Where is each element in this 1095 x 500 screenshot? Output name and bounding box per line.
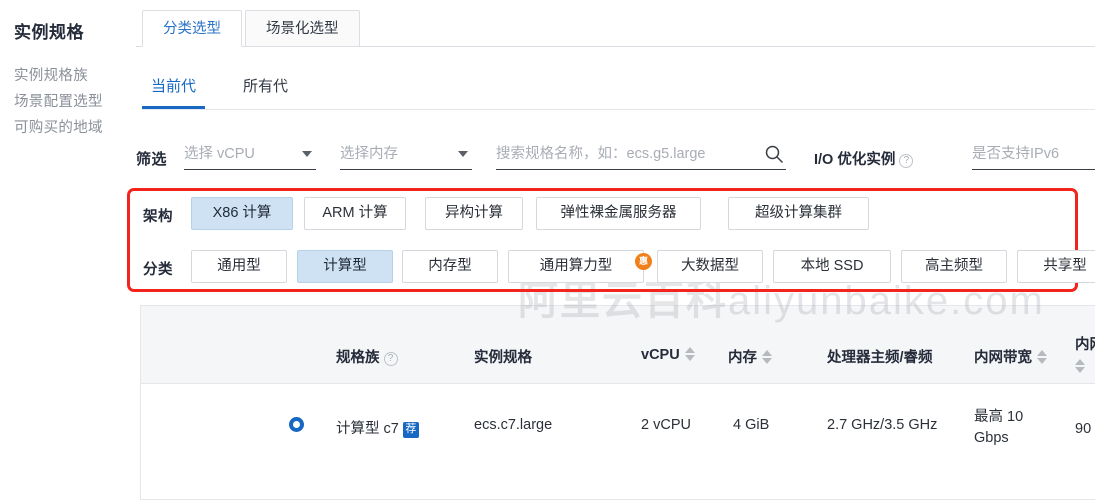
ipv6-select-placeholder: 是否支持IPv6 xyxy=(972,146,1060,162)
search-icon[interactable] xyxy=(764,144,784,164)
cell-spec-family: 计算型 c7 荐 xyxy=(336,417,419,438)
io-optimized-label[interactable]: I/O 优化实例? xyxy=(814,148,914,169)
chip-bigdata[interactable]: 大数据型 xyxy=(657,250,763,283)
architecture-label: 架构 xyxy=(143,209,173,225)
generation-tab-bar: 当前代 所有代 xyxy=(141,74,1095,110)
vcpu-select[interactable]: 选择 vCPU xyxy=(184,142,316,170)
cell-vcpu: 2 vCPU xyxy=(641,417,691,433)
column-header-bandwidth[interactable]: 内网带宽 xyxy=(974,346,1047,367)
tab-scenario-selection[interactable]: 场景化选型 xyxy=(245,10,360,47)
sort-icon[interactable] xyxy=(1075,358,1085,374)
table-row[interactable]: 计算型 c7 荐 ecs.c7.large 2 vCPU 4 GiB 2.7 GH… xyxy=(141,384,1095,498)
architecture-facet-row: 架构 X86 计算 ARM 计算 异构计算 弹性裸金属服务器 超级计算集群 xyxy=(136,197,1095,231)
chip-heterogeneous[interactable]: 异构计算 xyxy=(425,197,523,230)
io-optimized-text: I/O 优化实例 xyxy=(814,152,896,168)
chip-general-compute-label: 通用算力型 xyxy=(539,258,613,274)
chip-shared[interactable]: 共享型 xyxy=(1017,250,1095,283)
category-label: 分类 xyxy=(143,262,173,278)
sidebar-item-spec-family[interactable]: 实例规格族 xyxy=(14,63,136,89)
instance-spec-page: 实例规格 实例规格族 场景配置选型 可购买的地域 分类选型 场景化选型 当前代 … xyxy=(0,0,1095,500)
column-header-bandwidth-label: 内网带宽 xyxy=(974,350,1032,366)
vcpu-select-placeholder: 选择 vCPU xyxy=(184,146,255,162)
cell-cpu-frequency: 2.7 GHz/3.5 GHz xyxy=(827,417,938,433)
sidebar: 实例规格 实例规格族 场景配置选型 可购买的地域 xyxy=(0,0,136,500)
sort-icon[interactable] xyxy=(684,346,695,362)
chevron-down-icon xyxy=(302,151,312,157)
tab-all-generations[interactable]: 所有代 xyxy=(243,74,288,109)
chip-general[interactable]: 通用型 xyxy=(191,250,287,283)
sort-icon[interactable] xyxy=(762,349,772,365)
column-header-memory-label: 内存 xyxy=(728,350,757,366)
cell-memory: 4 GiB xyxy=(733,417,770,433)
question-circle-icon[interactable]: ? xyxy=(383,352,398,366)
question-circle-icon[interactable]: ? xyxy=(899,154,914,168)
column-header-spec-family[interactable]: 规格族? xyxy=(336,346,398,367)
chip-x86[interactable]: X86 计算 xyxy=(191,197,293,230)
chip-local-ssd[interactable]: 本地 SSD xyxy=(773,250,891,283)
cell-bandwidth-line2: Gbps xyxy=(974,430,1009,446)
row-radio-selected[interactable] xyxy=(289,417,304,432)
top-tab-bar: 分类选型 场景化选型 xyxy=(136,10,1095,47)
sort-icon[interactable] xyxy=(1037,349,1047,365)
chip-general-compute[interactable]: 通用算力型 惠 xyxy=(508,250,652,283)
cell-instance-type: ecs.c7.large xyxy=(474,417,553,433)
column-header-cpu-frequency[interactable]: 处理器主频/睿频 xyxy=(827,346,933,367)
column-header-pps[interactable]: 内网收发包? xyxy=(1075,334,1095,378)
cell-pps: 90 万 PPS xyxy=(1075,421,1095,437)
tab-current-generation[interactable]: 当前代 xyxy=(141,74,206,109)
column-header-spec-family-label: 规格族 xyxy=(336,350,380,366)
main-panel: 分类选型 场景化选型 当前代 所有代 筛选 选择 vCPU 选择内存 搜索规格名… xyxy=(127,0,1095,500)
cell-bandwidth: 最高 10 Gbps xyxy=(974,407,1044,449)
sidebar-item-scenario-config[interactable]: 场景配置选型 xyxy=(14,89,136,115)
chip-super-cluster[interactable]: 超级计算集群 xyxy=(728,197,869,230)
chip-compute[interactable]: 计算型 xyxy=(297,250,393,283)
filter-bar: 筛选 选择 vCPU 选择内存 搜索规格名称，如：ecs.g5.large I/… xyxy=(136,138,1095,180)
memory-select[interactable]: 选择内存 xyxy=(340,142,472,170)
filter-label: 筛选 xyxy=(136,151,168,168)
chip-high-clock[interactable]: 高主频型 xyxy=(901,250,1007,283)
table-header-row: 规格族? 实例规格 vCPU 内存 处理器主频/睿频 内网带宽 内网收发包? 存… xyxy=(141,306,1095,384)
search-input[interactable]: 搜索规格名称，如：ecs.g5.large xyxy=(496,142,786,170)
column-header-vcpu-label: vCPU xyxy=(641,347,680,363)
category-facet-row: 分类 通用型 计算型 内存型 通用算力型 惠 大数据型 本地 SSD 高主频型 … xyxy=(136,250,1095,284)
cell-spec-family-label: 计算型 c7 xyxy=(336,421,399,437)
column-header-instance-type[interactable]: 实例规格 xyxy=(474,346,532,367)
chip-bare-metal[interactable]: 弹性裸金属服务器 xyxy=(536,197,701,230)
chevron-down-icon xyxy=(458,151,468,157)
promo-badge-icon: 惠 xyxy=(635,253,652,270)
cell-bandwidth-line1: 最高 10 xyxy=(974,409,1024,425)
chip-arm[interactable]: ARM 计算 xyxy=(304,197,406,230)
spec-table: 规格族? 实例规格 vCPU 内存 处理器主频/睿频 内网带宽 内网收发包? 存… xyxy=(140,305,1095,500)
search-input-placeholder: 搜索规格名称，如：ecs.g5.large xyxy=(496,146,706,162)
column-header-pps-label: 内网收发包 xyxy=(1075,337,1095,353)
sidebar-item-regions[interactable]: 可购买的地域 xyxy=(14,115,136,141)
column-header-vcpu[interactable]: vCPU xyxy=(641,346,695,363)
page-title: 实例规格 xyxy=(14,23,84,42)
chip-memory[interactable]: 内存型 xyxy=(402,250,498,283)
column-header-memory[interactable]: 内存 xyxy=(728,346,772,367)
ipv6-select[interactable]: 是否支持IPv6 xyxy=(972,142,1095,170)
memory-select-placeholder: 选择内存 xyxy=(340,146,398,162)
recommended-badge: 荐 xyxy=(402,422,419,438)
tab-category-selection[interactable]: 分类选型 xyxy=(142,10,242,47)
